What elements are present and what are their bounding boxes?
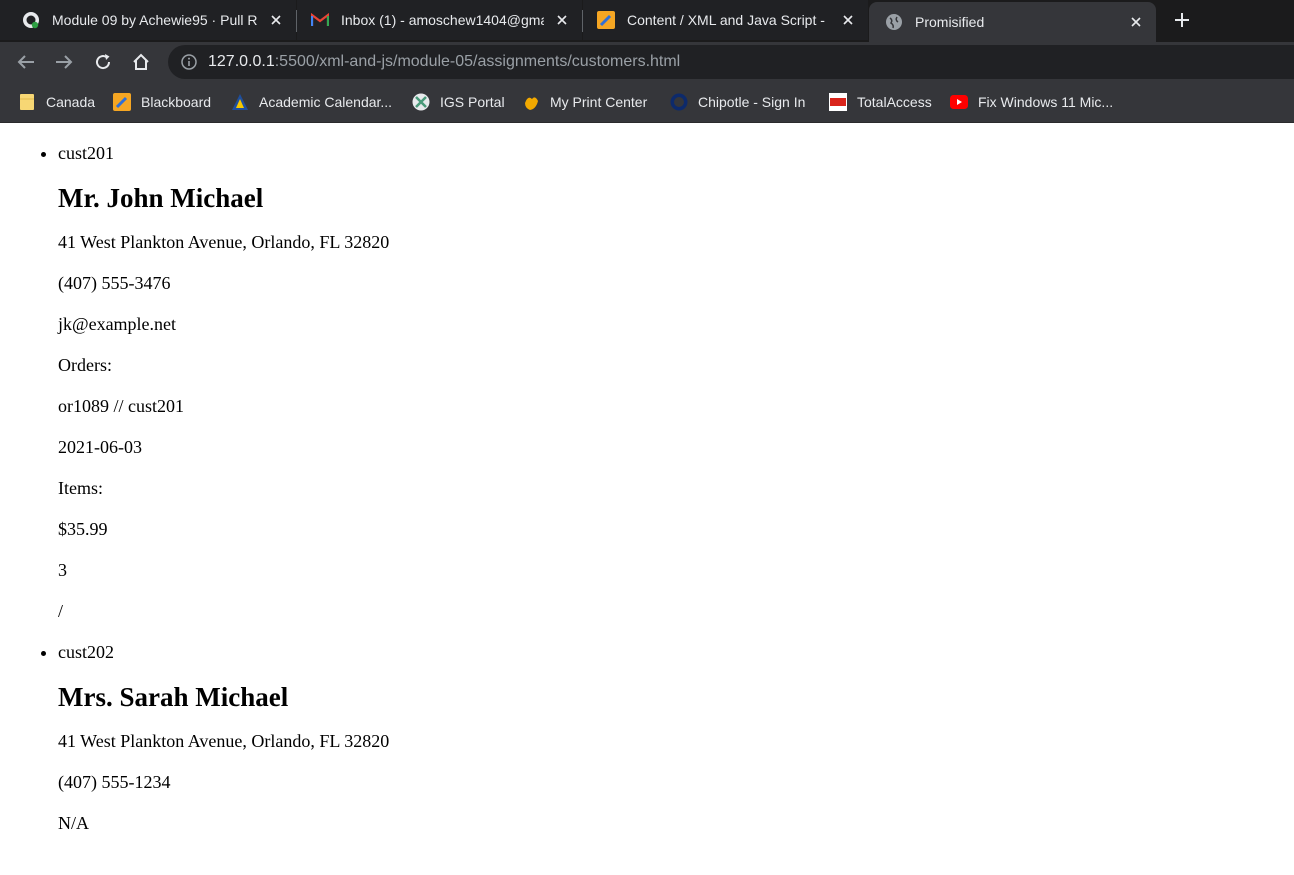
customer-id: cust202	[58, 642, 114, 662]
url-path: :5500/xml-and-js/module-05/assignments/c…	[274, 53, 681, 70]
customer-phone: (407) 555-3476	[58, 273, 171, 293]
youtube-icon	[950, 93, 968, 111]
bookmark-blackboard[interactable]: Blackboard	[113, 92, 211, 112]
bookmark-fix-windows-mic[interactable]: Fix Windows 11 Mic...	[950, 92, 1113, 112]
home-icon	[133, 53, 149, 70]
bookmark-label: Academic Calendar...	[259, 94, 393, 110]
tab-github-pull-request[interactable]: Module 09 by Achewie95 · Pull R	[0, 0, 296, 40]
totalaccess-icon	[829, 93, 847, 111]
bookmark-chipotle[interactable]: Chipotle - Sign In	[670, 92, 805, 112]
customer-address: 41 West Plankton Avenue, Orlando, FL 328…	[58, 731, 390, 751]
new-tab-button[interactable]	[1166, 6, 1198, 34]
url-host: 127.0.0.1	[208, 53, 275, 70]
print-icon	[522, 93, 540, 111]
folder-icon	[18, 93, 36, 111]
gmail-icon	[311, 11, 329, 29]
back-button[interactable]	[14, 50, 38, 74]
info-icon[interactable]	[180, 53, 198, 71]
portal-icon	[412, 93, 430, 111]
bookmark-academic-calendar[interactable]: Academic Calendar...	[231, 92, 392, 112]
customer-item: cust202 Mrs. Sarah Michael 41 West Plank…	[58, 621, 1294, 833]
chipotle-icon	[670, 93, 688, 111]
bookmark-label: My Print Center	[550, 94, 648, 110]
bookmark-label: TotalAccess	[857, 94, 932, 110]
order-reference: or1089 // cust201	[58, 396, 184, 416]
order-date: 2021-06-03	[58, 437, 142, 457]
items-label: Items:	[58, 478, 103, 498]
close-icon[interactable]	[1126, 12, 1146, 32]
item-quantity: 3	[58, 560, 67, 580]
tab-gmail-inbox[interactable]: Inbox (1) - amoschew1404@gma	[297, 0, 582, 40]
tab-title: Module 09 by Achewie95 · Pull R	[52, 12, 258, 28]
tab-title: Promisified	[915, 14, 985, 30]
bookmark-label: Canada	[46, 94, 96, 110]
tab-promisified[interactable]: Promisified	[869, 2, 1156, 42]
arrow-left-icon	[17, 55, 34, 69]
item-price: $35.99	[58, 519, 108, 539]
address-bar[interactable]: 127.0.0.1:5500/xml-and-js/module-05/assi…	[168, 45, 1294, 79]
home-button[interactable]	[129, 50, 153, 74]
navigation-bar: 127.0.0.1:5500/xml-and-js/module-05/assi…	[0, 42, 1294, 82]
tab-content-xml-js[interactable]: Content / XML and Java Script - I	[583, 0, 868, 40]
tab-title: Content / XML and Java Script - I	[627, 12, 830, 28]
tab-strip: Module 09 by Achewie95 · Pull R Inbox (1…	[0, 0, 1294, 42]
order-separator: /	[58, 601, 64, 621]
calendar-icon	[231, 93, 249, 111]
page-content: cust201 Mr. John Michael 41 West Plankto…	[0, 122, 1294, 875]
github-icon	[22, 11, 40, 29]
bookmark-totalaccess[interactable]: TotalAccess	[829, 92, 932, 112]
bookmark-label: IGS Portal	[440, 94, 505, 110]
forward-button[interactable]	[52, 50, 76, 74]
arrow-right-icon	[56, 55, 73, 69]
blackboard-icon	[113, 93, 131, 111]
bookmark-igs-portal[interactable]: IGS Portal	[412, 92, 505, 112]
bookmark-canada[interactable]: Canada	[18, 92, 95, 112]
customer-name: Mrs. Sarah Michael	[58, 682, 289, 712]
bookmark-label: Fix Windows 11 Mic...	[978, 94, 1114, 110]
close-icon[interactable]	[838, 10, 858, 30]
customer-phone: (407) 555-1234	[58, 772, 171, 792]
close-icon[interactable]	[552, 10, 572, 30]
url-text: 127.0.0.1:5500/xml-and-js/module-05/assi…	[208, 53, 680, 71]
plus-icon	[1175, 13, 1189, 27]
customer-address: 41 West Plankton Avenue, Orlando, FL 328…	[58, 232, 390, 252]
customer-name: Mr. John Michael	[58, 183, 264, 213]
globe-icon	[885, 13, 903, 31]
close-icon[interactable]	[266, 10, 286, 30]
tab-title: Inbox (1) - amoschew1404@gma	[341, 12, 544, 28]
orders-label: Orders:	[58, 355, 112, 375]
customer-item: cust201 Mr. John Michael 41 West Plankto…	[58, 122, 1294, 621]
bookmark-label: Blackboard	[141, 94, 212, 110]
bookmarks-bar: Canada Blackboard Academic Calendar... I…	[0, 82, 1294, 123]
customer-id: cust201	[58, 143, 114, 163]
customer-email: jk@example.net	[58, 314, 177, 334]
reload-button[interactable]	[91, 50, 115, 74]
customer-list: cust201 Mr. John Michael 41 West Plankto…	[0, 122, 1294, 833]
reload-icon	[96, 54, 111, 70]
customer-email: N/A	[58, 813, 89, 833]
bookmark-my-print-center[interactable]: My Print Center	[522, 92, 647, 112]
bookmark-label: Chipotle - Sign In	[698, 94, 806, 110]
pencil-icon	[597, 11, 615, 29]
